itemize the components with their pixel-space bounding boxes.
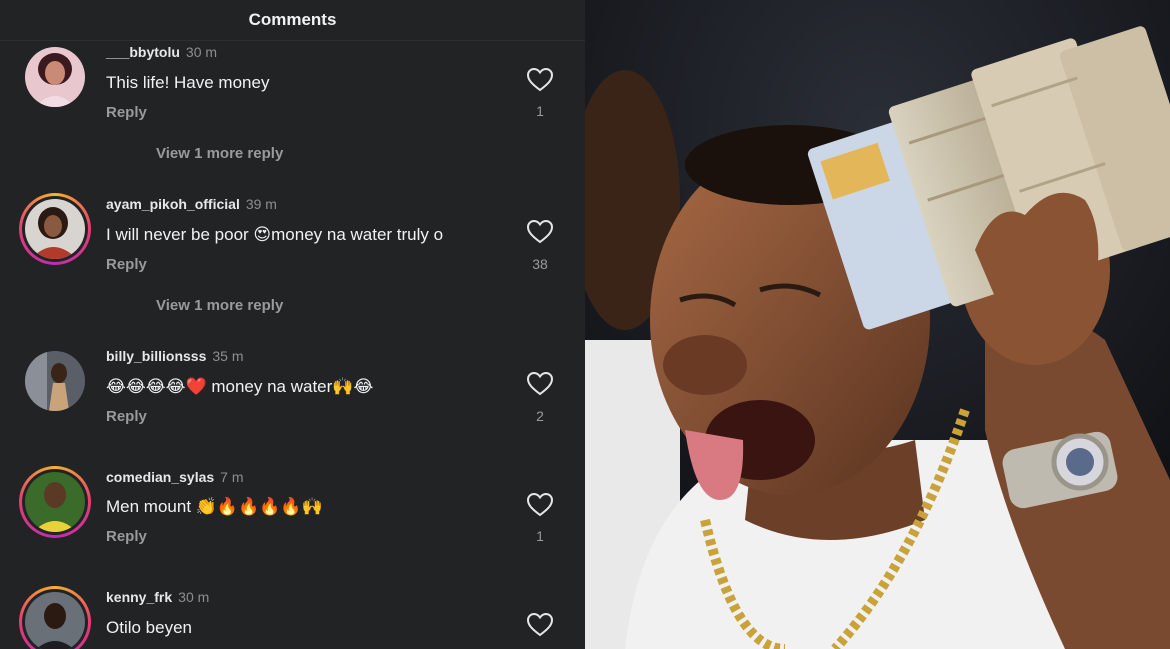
avatar-image — [25, 351, 85, 411]
avatar[interactable] — [19, 466, 91, 538]
heart-outline-icon[interactable] — [526, 371, 554, 397]
comment-text: This life! Have money — [106, 73, 270, 92]
man-with-cash-photo — [585, 0, 1170, 649]
avatar-image — [25, 592, 85, 649]
comment-text: 😂😂😂😂❤️ money na water🙌😂 — [106, 377, 374, 396]
reply-button[interactable]: Reply — [106, 256, 147, 273]
avatar-image — [25, 47, 85, 107]
screenshot: Comments ___bbytolu 30 m This life! Have … — [0, 0, 1170, 649]
comment-username[interactable]: ___bbytolu — [106, 44, 180, 60]
comment-text: I will never be poor 😍money na water tru… — [106, 225, 444, 244]
like-count: 1 — [536, 103, 544, 119]
comment-time: 30 m — [185, 44, 218, 60]
comment-username-row[interactable]: ayam_pikoh_official 39 m — [106, 196, 277, 212]
comment-text: Men mount 👏🔥🔥🔥🔥🙌 — [106, 497, 323, 516]
comments-header: Comments — [0, 0, 585, 41]
heart-outline-icon[interactable] — [526, 67, 554, 93]
avatar[interactable] — [25, 47, 85, 107]
like-count: 1 — [536, 528, 544, 544]
avatar[interactable] — [19, 193, 91, 265]
like-count: 38 — [532, 256, 548, 272]
reply-button[interactable]: Reply — [106, 104, 147, 121]
avatar-image — [25, 472, 85, 532]
comment-username-row[interactable]: kenny_frk 30 m — [106, 589, 209, 605]
reply-button[interactable]: Reply — [106, 408, 147, 425]
comment-time: 35 m — [212, 348, 244, 364]
heart-outline-icon[interactable] — [526, 219, 554, 245]
comment-time: 39 m — [245, 196, 277, 212]
avatar[interactable] — [19, 586, 91, 649]
page-title: Comments — [248, 10, 337, 29]
heart-outline-icon[interactable] — [526, 492, 554, 518]
avatar-image — [25, 199, 85, 259]
view-more-replies-button[interactable]: View 1 more reply — [156, 145, 283, 162]
heart-outline-icon[interactable] — [526, 612, 554, 638]
comment-username[interactable]: comedian_sylas — [106, 469, 214, 485]
comment-username[interactable]: kenny_frk — [106, 589, 172, 605]
like-count: 2 — [536, 408, 544, 424]
view-more-replies-button[interactable]: View 1 more reply — [156, 297, 283, 314]
comment-time: 7 m — [220, 469, 244, 485]
photo-illustration — [585, 0, 1170, 649]
avatar[interactable] — [25, 351, 85, 411]
comment-username-row[interactable]: billy_billionsss 35 m — [106, 348, 244, 364]
comment-username-row[interactable]: comedian_sylas 7 m — [106, 469, 244, 485]
comment-username-row[interactable]: ___bbytolu 30 m — [106, 44, 217, 60]
comment-text: Otilo beyen — [106, 618, 192, 637]
comment-username[interactable]: billy_billionsss — [106, 348, 206, 364]
comments-panel: Comments ___bbytolu 30 m This life! Have … — [0, 0, 585, 649]
reply-button[interactable]: Reply — [106, 528, 147, 545]
comment-time: 30 m — [178, 589, 210, 605]
comment-username[interactable]: ayam_pikoh_official — [106, 196, 240, 212]
